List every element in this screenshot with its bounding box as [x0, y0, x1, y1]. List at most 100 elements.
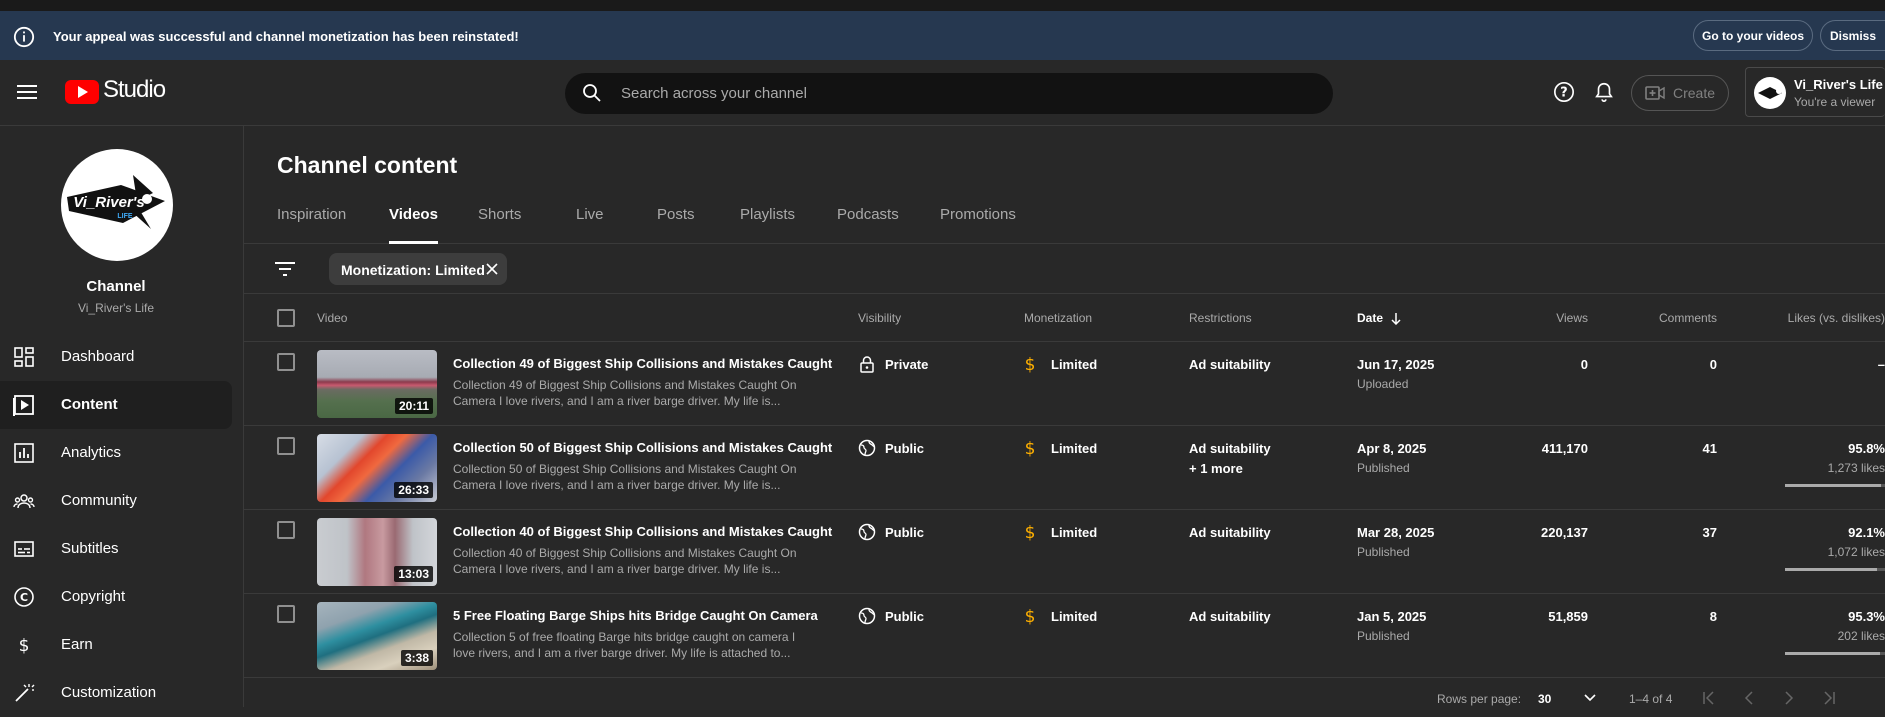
account-switcher[interactable]: Vi_River's Life You're a viewer: [1745, 67, 1885, 117]
search-box[interactable]: [565, 73, 1333, 114]
date-value: Jan 5, 2025: [1357, 609, 1427, 624]
sidebar-item-community[interactable]: Community: [0, 477, 232, 525]
page-title: Channel content: [277, 152, 458, 178]
row-checkbox[interactable]: [277, 521, 295, 539]
status-value: Published: [1357, 545, 1410, 559]
video-thumbnail[interactable]: 20:11: [317, 350, 437, 418]
tab-posts[interactable]: Posts: [657, 206, 695, 244]
channel-avatar[interactable]: Vi_River's LIFE: [61, 149, 173, 261]
video-thumbnail[interactable]: 13:03: [317, 518, 437, 586]
row-checkbox[interactable]: [277, 437, 295, 455]
comments-value: 41: [1702, 441, 1717, 456]
info-icon: [13, 26, 35, 48]
go-to-videos-button[interactable]: Go to your videos: [1693, 20, 1813, 51]
analytics-icon: [14, 443, 34, 463]
monetization-filter-chip[interactable]: Monetization: Limited: [329, 253, 507, 285]
sidebar-item-content[interactable]: Content: [0, 381, 232, 429]
views-value: 220,137: [1541, 525, 1588, 540]
status-value: Uploaded: [1357, 377, 1409, 391]
monetization-value[interactable]: Limited: [1051, 357, 1097, 372]
sort-down-icon[interactable]: [1390, 312, 1402, 325]
video-duration: 3:38: [400, 650, 433, 666]
sidebar-item-analytics[interactable]: Analytics: [0, 429, 232, 477]
video-title[interactable]: 5 Free Floating Barge Ships hits Bridge …: [453, 608, 833, 623]
header-date[interactable]: Date: [1357, 311, 1383, 325]
sidebar-item-copyright[interactable]: C Copyright: [0, 573, 232, 621]
likes-count: 1,273 likes: [1827, 461, 1885, 475]
tab-playlists[interactable]: Playlists: [740, 206, 795, 244]
video-title[interactable]: Collection 40 of Biggest Ship Collisions…: [453, 524, 833, 539]
create-label: Create: [1672, 85, 1716, 101]
video-title[interactable]: Collection 50 of Biggest Ship Collisions…: [453, 440, 833, 455]
row-checkbox[interactable]: [277, 605, 295, 623]
rows-per-page-select[interactable]: 30: [1538, 692, 1551, 706]
tab-promotions[interactable]: Promotions: [940, 206, 1016, 244]
chevron-down-icon[interactable]: [1584, 694, 1596, 702]
restrictions-value[interactable]: Ad suitability: [1189, 525, 1271, 540]
restrictions-value[interactable]: Ad suitability: [1189, 357, 1271, 372]
tab-inspiration[interactable]: Inspiration: [277, 206, 346, 244]
header-likes[interactable]: Likes (vs. dislikes): [1788, 311, 1885, 325]
monetization-value[interactable]: Limited: [1051, 525, 1097, 540]
sidebar-item-dashboard[interactable]: Dashboard: [0, 333, 232, 381]
header-restrictions: Restrictions: [1189, 311, 1252, 325]
header-views[interactable]: Views: [1556, 311, 1588, 325]
dollar-icon: $: [1025, 439, 1036, 458]
table-row[interactable]: 26:33 Collection 50 of Biggest Ship Coll…: [244, 426, 1885, 510]
tab-shorts[interactable]: Shorts: [478, 206, 521, 244]
visibility-value[interactable]: Public: [885, 441, 924, 456]
table-header: Video Visibility Monetization Restrictio…: [244, 294, 1885, 342]
video-thumbnail[interactable]: 26:33: [317, 434, 437, 502]
close-icon[interactable]: [486, 263, 498, 275]
status-value: Published: [1357, 461, 1410, 475]
table-row[interactable]: 20:11 Collection 49 of Biggest Ship Coll…: [244, 342, 1885, 426]
comments-value: 0: [1709, 357, 1717, 372]
search-input[interactable]: [621, 73, 1311, 114]
row-checkbox[interactable]: [277, 353, 295, 371]
svg-text:?: ?: [1560, 86, 1567, 101]
filter-icon[interactable]: [275, 262, 295, 276]
tab-videos[interactable]: Videos: [389, 206, 438, 244]
table-row[interactable]: 3:38 5 Free Floating Barge Ships hits Br…: [244, 594, 1885, 678]
menu-icon[interactable]: [17, 84, 37, 100]
last-page-icon[interactable]: [1822, 691, 1836, 705]
help-icon[interactable]: ?: [1553, 81, 1575, 103]
video-description: Collection 5 of free floating Barge hits…: [453, 630, 796, 660]
sidebar-item-earn[interactable]: $ Earn: [0, 621, 232, 669]
first-page-icon[interactable]: [1702, 691, 1716, 705]
earn-icon: $: [19, 636, 30, 656]
monetization-value[interactable]: Limited: [1051, 609, 1097, 624]
likes-bar-fill: [1785, 568, 1878, 571]
tab-live[interactable]: Live: [576, 206, 604, 244]
monetization-value[interactable]: Limited: [1051, 441, 1097, 456]
next-page-icon[interactable]: [1782, 691, 1796, 705]
visibility-value[interactable]: Private: [885, 357, 928, 372]
status-value: Published: [1357, 629, 1410, 643]
create-button[interactable]: Create: [1631, 75, 1729, 111]
filter-chip-label: Monetization: Limited: [341, 262, 485, 278]
tab-podcasts[interactable]: Podcasts: [837, 206, 899, 244]
restrictions-value[interactable]: Ad suitability: [1189, 609, 1271, 624]
studio-logo-text[interactable]: Studio: [103, 76, 166, 104]
select-all-checkbox[interactable]: [277, 309, 295, 327]
restrictions-value[interactable]: Ad suitability: [1189, 441, 1271, 456]
channel-title: Channel: [86, 278, 146, 295]
sidebar-item-subtitles[interactable]: Subtitles: [0, 525, 232, 573]
dismiss-button[interactable]: Dismiss: [1820, 20, 1885, 51]
video-duration: 20:11: [394, 398, 433, 414]
previous-page-icon[interactable]: [1742, 691, 1756, 705]
visibility-value[interactable]: Public: [885, 609, 924, 624]
youtube-logo-icon[interactable]: [65, 80, 99, 104]
header-comments[interactable]: Comments: [1659, 311, 1717, 325]
sidebar-item-customization[interactable]: Customization: [0, 669, 232, 717]
bell-icon[interactable]: [1593, 80, 1615, 104]
svg-text:$: $: [1025, 607, 1036, 626]
search-icon[interactable]: [582, 83, 602, 103]
visibility-value[interactable]: Public: [885, 525, 924, 540]
svg-text:$: $: [1025, 523, 1036, 542]
video-title[interactable]: Collection 49 of Biggest Ship Collisions…: [453, 356, 833, 371]
restrictions-more[interactable]: + 1 more: [1189, 461, 1243, 476]
video-thumbnail[interactable]: 3:38: [317, 602, 437, 670]
header-visibility: Visibility: [858, 311, 902, 325]
table-row[interactable]: 13:03 Collection 40 of Biggest Ship Coll…: [244, 510, 1885, 594]
